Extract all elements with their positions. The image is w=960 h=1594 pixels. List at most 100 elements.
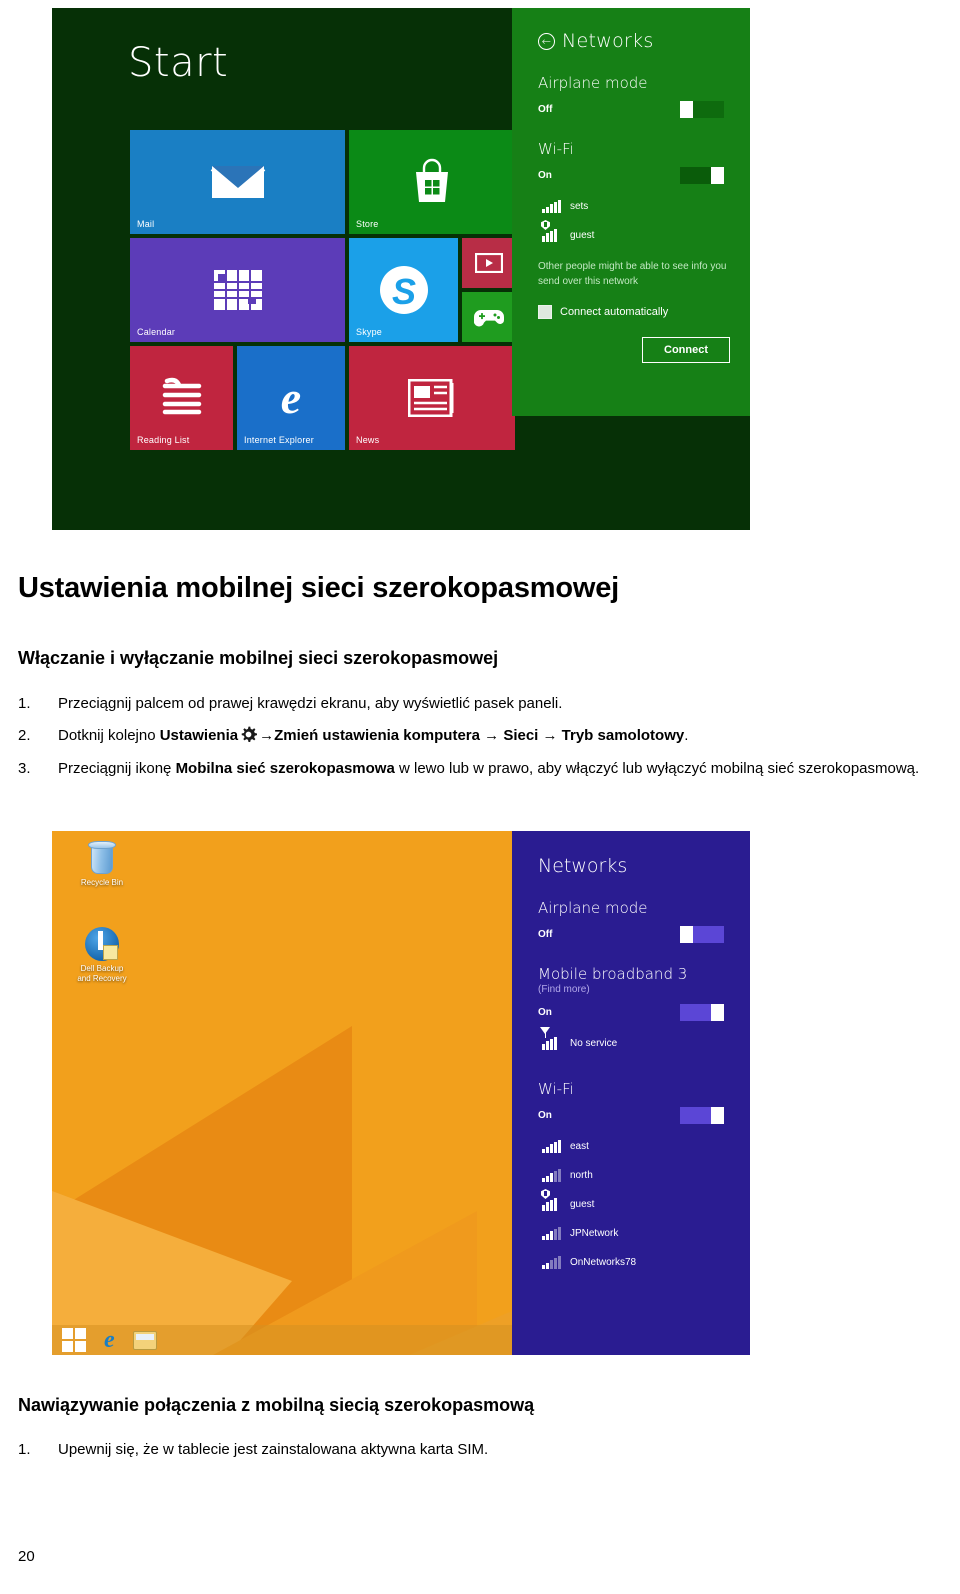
tile-label: News (356, 435, 380, 445)
network-item[interactable]: JPNetwork (538, 1227, 730, 1240)
desktop-icon-label: Recycle Bin (80, 878, 124, 887)
tile-label: Skype (356, 327, 383, 337)
step-bold-path: →Zmień ustawienia komputera → Sieci → Tr… (259, 727, 685, 745)
charm-title: Networks (562, 30, 654, 52)
desktop-icon-recycle-bin[interactable]: Recycle Bin (66, 841, 138, 888)
ie-icon[interactable]: e (104, 1328, 115, 1352)
step-bold-feature: Mobilna sieć szerokopasmowa (175, 759, 395, 777)
section-heading-2: Nawiązywanie połączenia z mobilną siecią… (18, 1395, 535, 1415)
connect-automatically-checkbox[interactable] (538, 305, 552, 319)
tile-label: Calendar (137, 327, 176, 337)
step-item: 2. Dotknij kolejno Ustawienia →Zmień usta… (18, 726, 938, 746)
step-text: Dotknij kolejno Ustawienia →Zmień ustawie… (58, 726, 938, 746)
mobile-broadband-toggle[interactable] (680, 1004, 724, 1021)
mobile-broadband-label: Mobile broadband 3 (538, 965, 688, 983)
folder-icon[interactable] (132, 1330, 157, 1350)
dell-backup-icon (85, 927, 119, 961)
tile-internet-explorer[interactable]: e Internet Explorer (237, 346, 345, 450)
section-heading-1: Włączanie i wyłączanie mobilnej sieci sz… (18, 648, 499, 668)
wifi-toggle[interactable] (680, 167, 724, 184)
step-bold-settings: Ustawienia (159, 727, 239, 745)
network-name: JPNetwork (569, 1228, 619, 1239)
network-name: guest (569, 230, 595, 241)
network-item[interactable]: east (538, 1140, 730, 1153)
screenshot-start-screen: Start Mail Store Calendar S Skype Readin… (52, 8, 750, 530)
step-text: Upewnij się, że w tablecie jest zainstal… (58, 1441, 489, 1458)
connect-button[interactable]: Connect (642, 337, 730, 363)
airplane-mode-label: Airplane mode (538, 899, 648, 917)
network-item[interactable]: sets (538, 200, 730, 213)
network-item[interactable]: OnNetworks78 (538, 1256, 730, 1269)
wifi-row: On (538, 1107, 730, 1124)
networks-charm-panel: ← Networks Airplane mode Off Wi-Fi On se… (512, 8, 750, 416)
svg-text:e: e (281, 373, 301, 423)
step-number: 1. (18, 695, 31, 712)
signal-bars-icon (542, 1169, 561, 1182)
steps-list-2: 1. Upewnij się, że w tablecie jest zains… (18, 1440, 938, 1472)
taskbar: e (52, 1325, 515, 1355)
mobile-broadband-row: On (538, 1004, 730, 1021)
wifi-state: On (538, 170, 552, 181)
page-title: Ustawienia mobilnej sieci szerokopasmowe… (18, 572, 620, 604)
tile-skype[interactable]: S Skype (349, 238, 458, 342)
tile-video[interactable] (462, 238, 515, 288)
network-security-hint: Other people might be able to see info y… (538, 261, 727, 287)
desktop-icon-label: Dell Backup (80, 964, 124, 973)
tile-xbox[interactable] (462, 292, 515, 342)
desktop-icon-label-2: and Recovery (77, 974, 127, 983)
step-text: Przeciągnij ikonę Mobilna sieć szerokopa… (58, 759, 938, 779)
signal-bars-icon (542, 200, 561, 213)
back-arrow-icon[interactable]: ← (538, 32, 555, 50)
start-heading: Start (128, 40, 229, 86)
tile-label: Store (356, 219, 379, 229)
signal-bars-secured-icon (541, 220, 561, 242)
desktop-icon-dell-backup[interactable]: Dell Backup and Recovery (66, 927, 138, 984)
charm-title-row: ← Networks (538, 30, 730, 52)
network-name: OnNetworks78 (569, 1257, 637, 1268)
xbox-controller-icon (462, 292, 515, 342)
network-name: east (569, 1141, 589, 1152)
step-item: 3. Przeciągnij ikonę Mobilna sieć szerok… (18, 759, 938, 779)
connect-automatically-row[interactable]: Connect automatically (538, 305, 730, 319)
signal-bars-secured-icon (541, 1189, 561, 1211)
tile-news[interactable]: News (349, 346, 515, 450)
screenshot-desktop: Recycle Bin Dell Backup and Recovery e N… (52, 831, 750, 1355)
network-name: north (569, 1170, 593, 1181)
network-name: sets (569, 201, 589, 212)
step-item: 1. Przeciągnij palcem od prawej krawędzi… (18, 694, 938, 714)
wifi-label: Wi-Fi (538, 140, 574, 158)
step-tail: w lewo lub w prawo, aby włączyć lub wyłą… (394, 759, 920, 777)
mail-icon (130, 130, 345, 234)
tile-reading-list[interactable]: Reading List (130, 346, 233, 450)
mobile-broadband-status: No service (569, 1038, 618, 1049)
airplane-mode-state: Off (538, 929, 553, 940)
tile-mail[interactable]: Mail (130, 130, 345, 234)
signal-bars-icon (542, 1140, 561, 1153)
mobile-broadband-state: On (538, 1007, 552, 1018)
windows-start-icon[interactable] (62, 1328, 86, 1352)
step-lead: Przeciągnij ikonę (58, 759, 176, 777)
mobile-broadband-status-row[interactable]: No service (538, 1027, 730, 1050)
wifi-toggle[interactable] (680, 1107, 724, 1124)
tile-label: Internet Explorer (244, 435, 314, 445)
network-item[interactable]: guest (538, 1189, 730, 1211)
signal-bars-icon (542, 1256, 561, 1269)
document-page: Start Mail Store Calendar S Skype Readin… (0, 0, 960, 1594)
connect-automatically-label: Connect automatically (560, 306, 669, 318)
tile-calendar[interactable]: Calendar (130, 238, 345, 342)
network-item[interactable]: north (538, 1169, 730, 1182)
airplane-mode-toggle[interactable] (680, 926, 724, 943)
tile-grid: Mail Store Calendar S Skype Reading List… (130, 130, 522, 470)
mobile-broadband-find-more[interactable]: (Find more) (538, 984, 730, 995)
tile-store[interactable]: Store (349, 130, 515, 234)
gear-icon (240, 726, 258, 743)
airplane-mode-toggle[interactable] (680, 101, 724, 118)
wifi-state: On (538, 1110, 552, 1121)
cellular-no-service-icon (540, 1027, 561, 1050)
airplane-mode-row: Off (538, 926, 730, 943)
recycle-bin-icon (87, 841, 117, 875)
airplane-mode-row: Off (538, 101, 730, 118)
step-number: 3. (18, 759, 31, 777)
network-item-selected[interactable]: guest (538, 220, 730, 242)
signal-bars-icon (542, 1227, 561, 1240)
